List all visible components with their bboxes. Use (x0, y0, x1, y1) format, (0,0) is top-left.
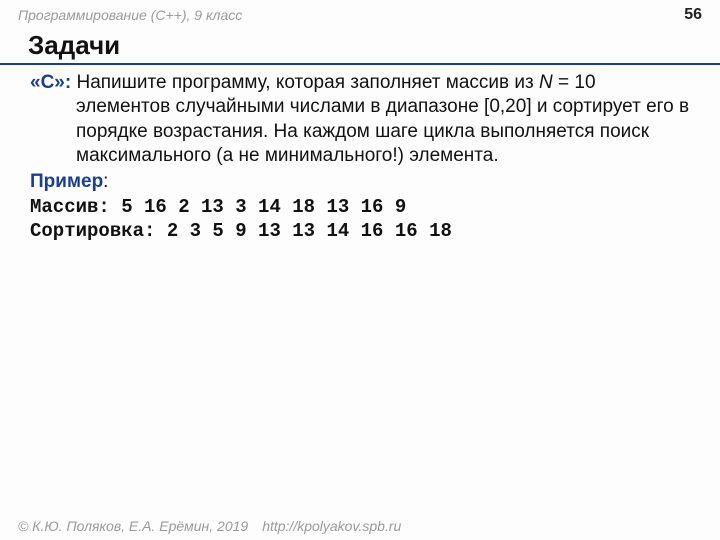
array-label: Массив: (30, 196, 121, 218)
page-number: 56 (684, 6, 702, 24)
example-label: Пример (30, 170, 103, 194)
task-block: «C»: Напишите программу, которая заполня… (30, 71, 690, 168)
task-text-1: Напишите программу, которая заполняет ма… (71, 72, 539, 93)
page-title: Задачи (0, 28, 720, 65)
header-bar: Программирование (C++), 9 класс 56 (0, 0, 720, 24)
task-label: «C»: (30, 72, 71, 93)
footer-copyright: © К.Ю. Поляков, Е.А. Ерёмин, 2019 (18, 518, 248, 534)
course-label: Программирование (C++), 9 класс (18, 7, 242, 23)
example-label-row: Пример: (30, 168, 690, 194)
example-sort-line: Сортировка: 2 3 5 9 13 13 14 16 16 18 (30, 219, 690, 244)
task-n: N (539, 72, 553, 93)
content-area: «C»: Напишите программу, которая заполня… (0, 65, 720, 244)
example-array-line: Массив: 5 16 2 13 3 14 18 13 16 9 (30, 195, 690, 220)
sort-label: Сортировка: (30, 220, 167, 242)
sort-values: 2 3 5 9 13 13 14 16 16 18 (167, 220, 452, 242)
example-colon: : (103, 171, 108, 192)
array-values: 5 16 2 13 3 14 18 13 16 9 (121, 196, 406, 218)
footer-url: http://kpolyakov.spb.ru (262, 518, 401, 534)
footer: © К.Ю. Поляков, Е.А. Ерёмин, 2019 http://… (18, 518, 401, 534)
